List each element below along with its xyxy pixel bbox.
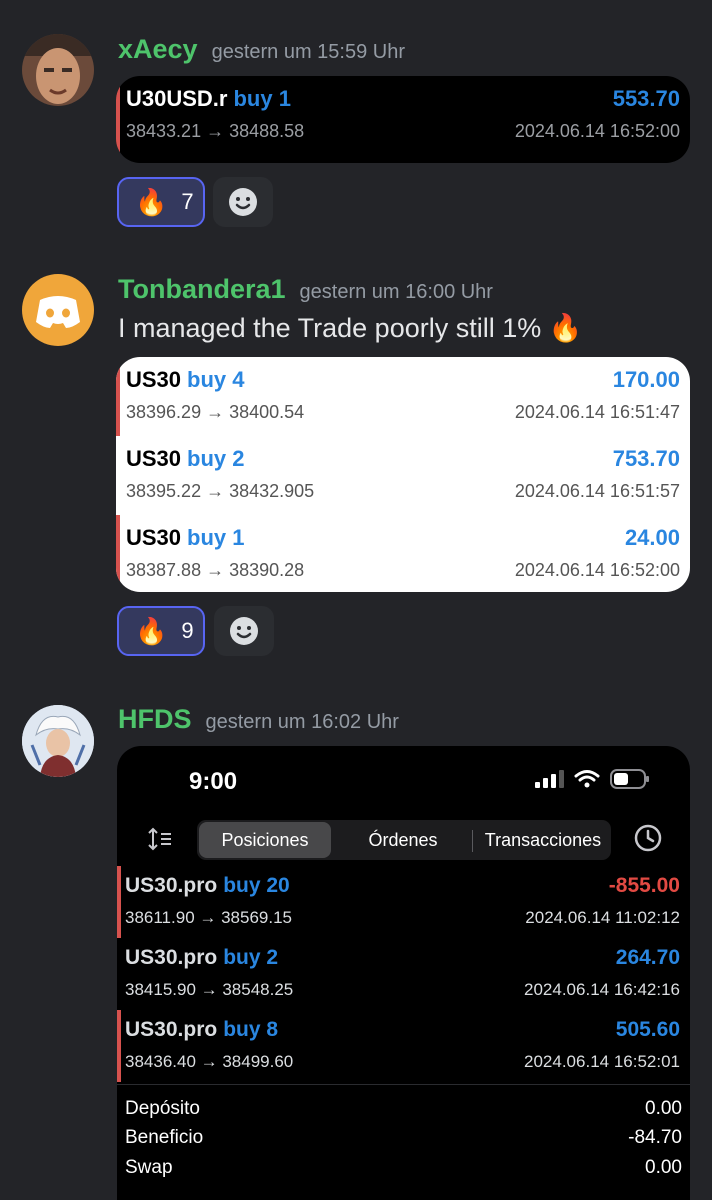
trade-profit: 553.70 (612, 86, 680, 111)
segmented-tabs: Posiciones Órdenes Transacciones (197, 820, 611, 860)
trade-profit: -855.00 (608, 874, 680, 897)
position-indicator (116, 357, 120, 436)
reaction-count: 7 (181, 189, 194, 214)
signal-icon (535, 770, 564, 788)
trade-row: US30 buy 2 753.70 38395.22 → 38432.905 20… (116, 436, 690, 515)
trade-row: US30 buy 4 170.00 38396.29 → 38400.54 202… (116, 357, 690, 436)
trade-prices: 38395.22 → 38432.905 (126, 481, 315, 501)
status-clock: 9:00 (189, 768, 238, 795)
username[interactable]: HFDS gestern um 16:02 Uhr (118, 704, 399, 735)
summary-label: Swap (125, 1157, 173, 1178)
trade-prices: 38387.88 → 38390.28 (126, 560, 305, 580)
trade-row: US30 buy 1 24.00 38387.88 → 38390.28 2024… (116, 515, 690, 592)
avatar-art-icon (22, 705, 94, 777)
message-timestamp: gestern um 16:02 Uhr (205, 711, 399, 733)
message-timestamp: gestern um 16:00 Uhr (299, 281, 493, 303)
user-avatar[interactable] (22, 34, 94, 106)
trade-card: U30USD.r buy 1 553.70 38433.21 → 38488.58… (116, 76, 690, 163)
position-indicator (116, 76, 120, 155)
trade-time: 2024.06.14 16:42:16 (524, 980, 680, 999)
divider (117, 1084, 690, 1085)
trade-row[interactable]: US30.pro buy 8 505.60 38436.40 → 38499.60… (117, 1010, 690, 1082)
tab-divider (472, 830, 473, 852)
status-icons (534, 768, 650, 790)
trade-profit: 24.00 (624, 525, 680, 550)
trade-prices: 38415.90 → 38548.25 (125, 980, 294, 999)
summary-value: -84.70 (628, 1127, 682, 1148)
reaction-count: 9 (181, 618, 194, 643)
trade-time: 2024.06.14 16:52:00 (514, 121, 680, 141)
trade-time: 2024.06.14 16:51:57 (514, 481, 680, 501)
trade-prices: 38436.40 → 38499.60 (125, 1052, 294, 1071)
history-clock-icon[interactable] (633, 823, 663, 853)
fire-emoji-icon: 🔥 (135, 186, 168, 217)
message-text: I managed the Trade poorly still 1% 🔥 (118, 313, 583, 343)
trade-time: 2024.06.14 16:52:01 (524, 1052, 680, 1071)
reaction-fire[interactable]: 🔥 9 (117, 606, 205, 656)
add-reaction-button[interactable] (213, 177, 273, 227)
discord-logo-icon (36, 296, 80, 328)
fire-emoji-icon: 🔥 (135, 615, 168, 646)
positions-list: US30.pro buy 20 -855.00 38611.90 → 38569.… (117, 866, 690, 1082)
trade-prices: 38611.90 → 38569.15 (125, 908, 292, 927)
summary-value: 0.00 (645, 1157, 682, 1178)
trade-profit: 264.70 (615, 946, 680, 969)
trade-symbol: US30 buy 1 (126, 525, 245, 550)
trade-symbol: US30.pro buy 20 (125, 874, 290, 897)
trade-row[interactable]: US30.pro buy 20 -855.00 38611.90 → 38569.… (117, 866, 690, 938)
smiley-icon (230, 617, 258, 645)
position-indicator (117, 866, 121, 938)
wifi-icon (574, 770, 600, 788)
trade-profit: 505.60 (615, 1018, 680, 1041)
trade-symbol: U30USD.r buy 1 (126, 86, 291, 111)
trade-direction: buy 1 (233, 86, 291, 111)
trade-time: 2024.06.14 16:51:47 (514, 402, 680, 422)
user-avatar[interactable] (22, 274, 94, 346)
trade-direction: buy 8 (223, 1018, 279, 1041)
trade-row[interactable]: US30.pro buy 2 264.70 38415.90 → 38548.25… (117, 938, 690, 1010)
summary-label: Depósito (125, 1098, 200, 1119)
position-indicator (116, 515, 120, 592)
position-indicator (117, 1010, 121, 1082)
summary-label: Beneficio (125, 1127, 204, 1148)
username[interactable]: xAecy gestern um 15:59 Uhr (118, 34, 405, 65)
trade-direction: buy 4 (187, 367, 245, 392)
trade-direction: buy 2 (223, 946, 279, 969)
trade-time: 2024.06.14 11:02:12 (525, 908, 680, 927)
trade-direction: buy 2 (187, 446, 245, 471)
tab-transacciones[interactable]: Transacciones (475, 820, 611, 860)
trade-profit: 753.70 (612, 446, 680, 471)
user-avatar[interactable] (22, 705, 94, 777)
tab-posiciones[interactable]: Posiciones (199, 822, 331, 858)
trade-row: U30USD.r buy 1 553.70 38433.21 → 38488.58… (116, 76, 690, 155)
tab-ordenes[interactable]: Órdenes (337, 820, 469, 860)
trade-prices: 38396.29 → 38400.54 (126, 402, 305, 422)
trade-direction: buy 20 (223, 874, 290, 897)
trade-prices: 38433.21 → 38488.58 (126, 121, 305, 141)
trade-direction: buy 1 (187, 525, 245, 550)
trade-card: US30 buy 4 170.00 38396.29 → 38400.54 202… (116, 357, 690, 592)
message-timestamp: gestern um 15:59 Uhr (211, 41, 406, 63)
reaction-fire[interactable]: 🔥 7 (117, 177, 205, 227)
battery-icon (610, 769, 649, 789)
trade-symbol: US30 buy 4 (126, 367, 245, 392)
trade-symbol: US30.pro buy 2 (125, 946, 279, 969)
trade-profit: 170.00 (612, 367, 680, 392)
trade-symbol: US30.pro buy 8 (125, 1018, 279, 1041)
summary-value: 0.00 (645, 1098, 682, 1119)
trade-time: 2024.06.14 16:52:00 (514, 560, 680, 580)
trade-symbol: US30 buy 2 (126, 446, 245, 471)
add-reaction-button[interactable] (214, 606, 274, 656)
username[interactable]: Tonbandera1 gestern um 16:00 Uhr (118, 274, 493, 305)
attached-screenshot[interactable]: 9:00 Posiciones Órdenes Transacciones US… (117, 746, 690, 1200)
smiley-icon (229, 188, 257, 216)
avatar-photo-icon (22, 34, 94, 106)
sort-icon[interactable] (147, 826, 173, 852)
